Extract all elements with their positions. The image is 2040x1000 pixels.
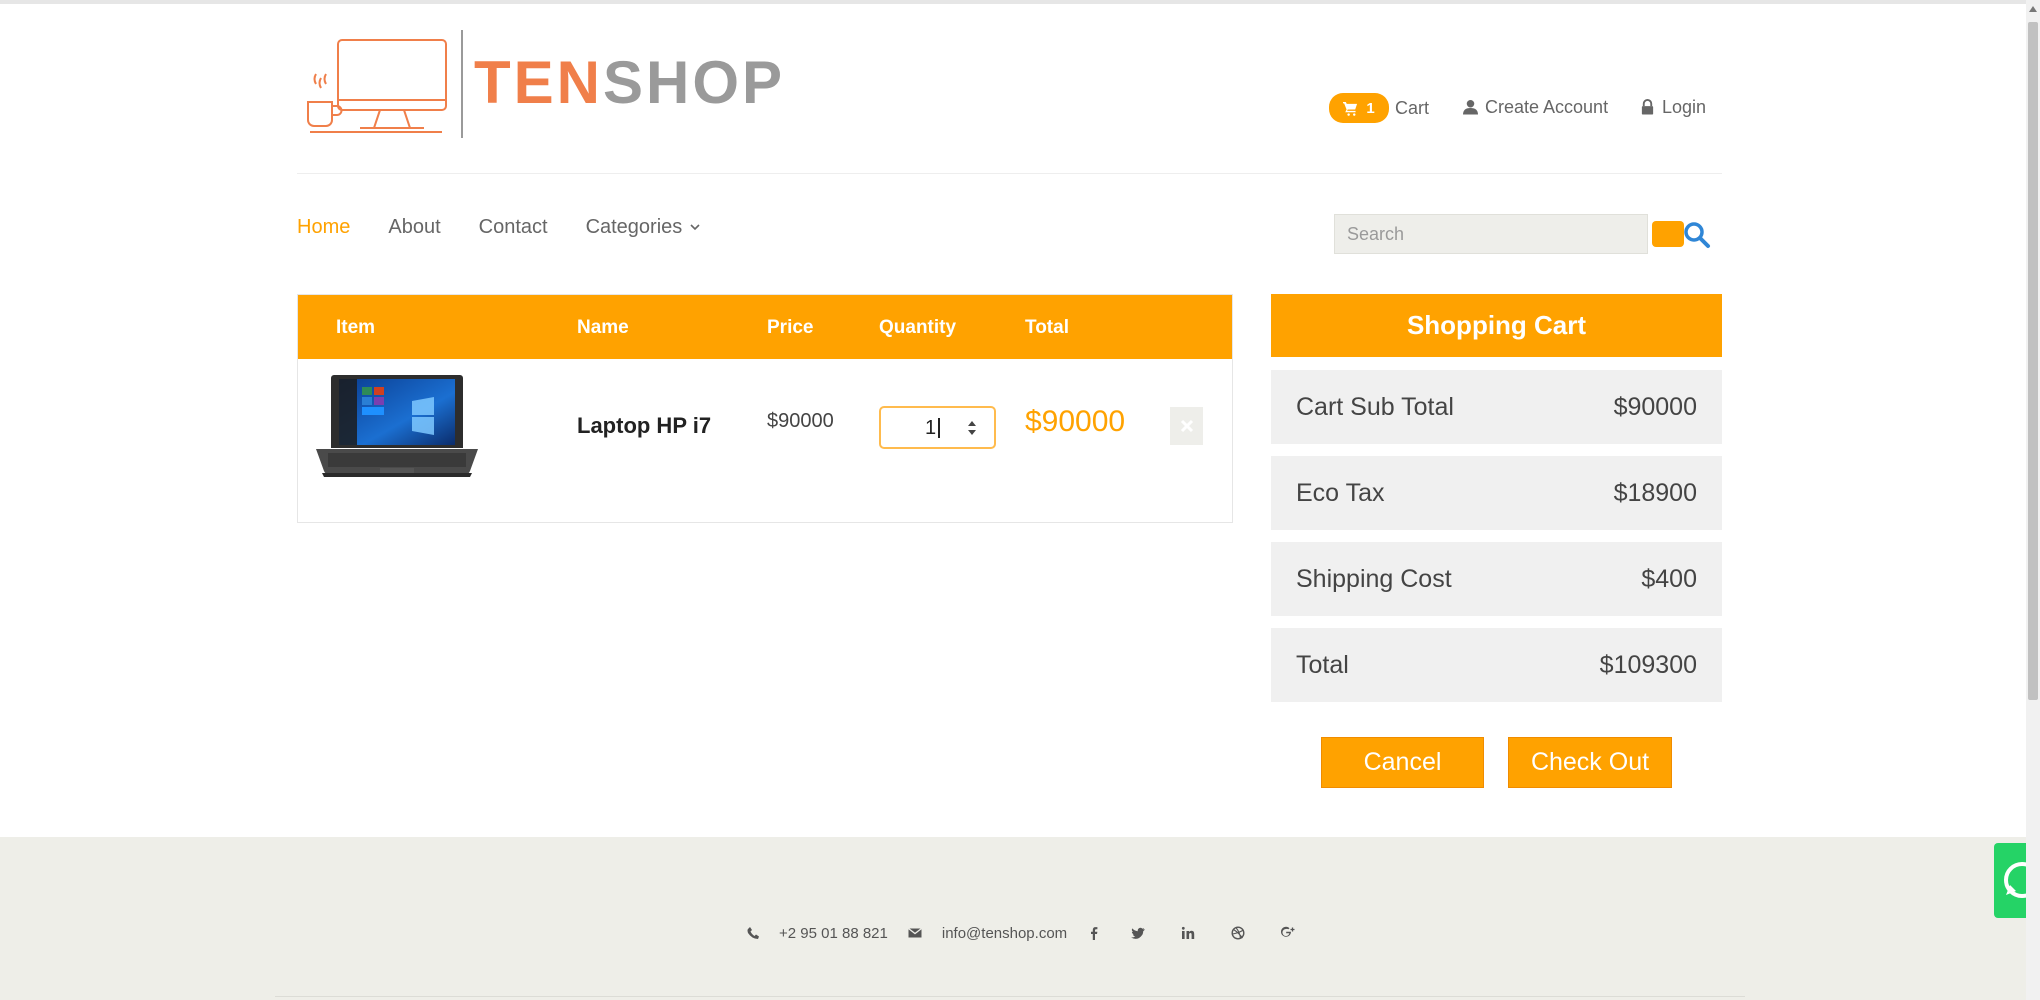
footer-phone[interactable]: +2 95 01 88 821: [779, 925, 888, 942]
summary-label: Total: [1296, 650, 1349, 679]
column-header-total: Total: [1025, 317, 1069, 338]
quantity-stepper[interactable]: 1: [879, 406, 996, 449]
google-plus-icon[interactable]: [1281, 926, 1295, 940]
summary-row-shipping: Shipping Cost $400: [1271, 542, 1722, 616]
product-price: $90000: [767, 410, 834, 432]
summary-value: $90000: [1613, 392, 1697, 421]
column-header-price: Price: [767, 317, 814, 338]
login-link[interactable]: Login: [1640, 93, 1706, 121]
checkout-button[interactable]: Check Out: [1508, 737, 1672, 788]
laptop-product-image[interactable]: [314, 373, 480, 483]
close-icon: [1180, 419, 1193, 433]
footer-divider: [275, 996, 1745, 997]
cancel-button[interactable]: Cancel: [1321, 737, 1484, 788]
top-border: [0, 0, 2040, 4]
summary-label: Shipping Cost: [1296, 564, 1452, 593]
phone-icon: [747, 927, 759, 939]
brand-name-part1: TEN: [474, 49, 603, 116]
scrollbar-thumb[interactable]: [2028, 22, 2038, 700]
chevron-down-icon: [690, 224, 700, 231]
cart-badge: 1: [1329, 93, 1389, 123]
login-label: Login: [1662, 96, 1707, 117]
cart-count: 1: [1366, 99, 1375, 117]
summary-value: $18900: [1613, 478, 1697, 507]
cart-link[interactable]: 1 Cart: [1329, 93, 1429, 123]
summary-label: Cart Sub Total: [1296, 392, 1454, 421]
dribbble-icon[interactable]: [1231, 926, 1245, 940]
remove-item-button[interactable]: [1170, 407, 1203, 445]
footer-email[interactable]: info@tenshop.com: [942, 925, 1067, 942]
nav-categories-label: Categories: [585, 215, 683, 238]
lock-icon: [1641, 99, 1654, 115]
whatsapp-icon: [2004, 862, 2026, 898]
summary-value: $400: [1641, 564, 1697, 593]
nav-categories[interactable]: Categories: [586, 216, 702, 239]
main-nav: Home About Contact Categories: [297, 212, 739, 242]
brand-name[interactable]: TENSHOP: [474, 48, 785, 117]
summary-row-total: Total $109300: [1271, 628, 1722, 702]
product-name[interactable]: Laptop HP i7: [577, 413, 711, 439]
spinner-arrows-icon[interactable]: [966, 418, 978, 438]
brand-name-part2: SHOP: [603, 49, 786, 116]
create-account-link[interactable]: Create Account: [1463, 93, 1608, 121]
twitter-icon[interactable]: [1131, 926, 1145, 940]
summary-label: Eco Tax: [1296, 478, 1385, 507]
footer-contact: +2 95 01 88 821 info@tenshop.com: [747, 919, 1295, 947]
envelope-icon: [907, 927, 922, 938]
header-divider: [297, 173, 1722, 174]
footer: +2 95 01 88 821 info@tenshop.com: [0, 837, 2026, 1000]
search-icon[interactable]: [1683, 221, 1711, 249]
column-header-item: Item: [336, 317, 376, 338]
shopping-cart-icon: [1343, 101, 1358, 116]
cart-table: Item Name Price Quantity Total Laptop HP…: [297, 294, 1233, 523]
linkedin-icon[interactable]: [1181, 926, 1195, 940]
facebook-icon[interactable]: [1087, 926, 1101, 940]
nav-contact[interactable]: Contact: [479, 216, 548, 239]
cart-table-header: Item Name Price Quantity Total: [298, 295, 1232, 359]
search-input[interactable]: [1334, 214, 1648, 254]
cart-label: Cart: [1395, 97, 1430, 118]
summary-value: $109300: [1599, 650, 1697, 679]
whatsapp-chat-button[interactable]: [1994, 843, 2026, 918]
column-header-quantity: Quantity: [879, 317, 957, 338]
user-icon: [1463, 99, 1478, 115]
row-total: $90000: [1025, 405, 1126, 438]
nav-home[interactable]: Home: [297, 216, 350, 239]
summary-row-subtotal: Cart Sub Total $90000: [1271, 370, 1722, 444]
vertical-scrollbar[interactable]: [2026, 0, 2040, 1000]
shopping-cart-title: Shopping Cart: [1271, 294, 1722, 357]
nav-about[interactable]: About: [388, 216, 440, 239]
summary-row-eco-tax: Eco Tax $18900: [1271, 456, 1722, 530]
create-account-label: Create Account: [1485, 96, 1609, 117]
quantity-value: 1: [925, 418, 941, 438]
column-header-name: Name: [577, 317, 629, 338]
search-button[interactable]: [1652, 221, 1684, 247]
scroll-up-arrow-icon[interactable]: [2029, 6, 2037, 12]
